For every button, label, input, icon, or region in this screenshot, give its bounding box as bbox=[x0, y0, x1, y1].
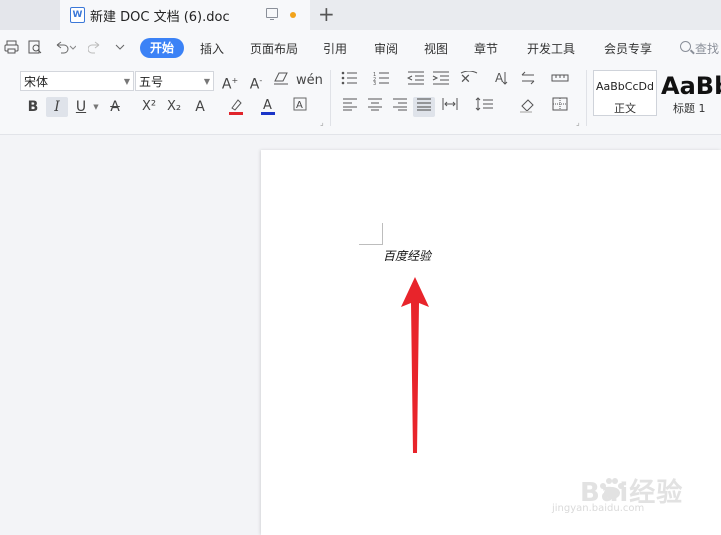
search-label[interactable]: 查找 bbox=[695, 40, 719, 57]
ribbon-separator bbox=[586, 70, 587, 126]
borders-icon[interactable] bbox=[550, 97, 570, 117]
align-left-icon[interactable] bbox=[340, 97, 360, 117]
style-heading1-label[interactable]: 标题 1 bbox=[673, 100, 706, 116]
menu-item-developer[interactable]: 开发工具 bbox=[527, 40, 575, 57]
menu-item-section[interactable]: 章节 bbox=[474, 40, 498, 57]
redo-icon[interactable] bbox=[87, 40, 102, 58]
highlight-icon[interactable] bbox=[226, 97, 246, 117]
font-size-select[interactable]: 五号 ▼ bbox=[135, 71, 214, 91]
menu-item-review[interactable]: 审阅 bbox=[374, 40, 398, 57]
decrease-indent-icon[interactable] bbox=[406, 71, 426, 91]
subscript-button[interactable]: X₂ bbox=[163, 97, 185, 117]
bullet-list-icon[interactable] bbox=[340, 71, 360, 91]
shading-icon[interactable] bbox=[518, 97, 538, 117]
ruler-icon[interactable] bbox=[550, 71, 570, 91]
clear-format-icon[interactable] bbox=[271, 71, 291, 91]
char-border-icon[interactable]: A bbox=[292, 97, 308, 117]
menu-item-start[interactable]: 开始 bbox=[140, 38, 184, 58]
distributed-align-icon[interactable] bbox=[440, 97, 460, 117]
red-arrow-annotation bbox=[401, 277, 429, 453]
chevron-down-icon: ▼ bbox=[123, 77, 130, 86]
align-right-icon[interactable] bbox=[390, 97, 410, 117]
search-icon[interactable] bbox=[680, 41, 691, 52]
ribbon-separator bbox=[330, 70, 331, 126]
menu-item-page-layout[interactable]: 页面布局 bbox=[250, 40, 298, 57]
margin-corner-marker bbox=[382, 223, 383, 245]
style-heading1-sample[interactable]: AaBb bbox=[661, 72, 721, 100]
menu-item-insert[interactable]: 插入 bbox=[200, 40, 224, 57]
chevron-down-icon[interactable]: ▼ bbox=[92, 97, 100, 117]
grow-font-button[interactable]: A+ bbox=[220, 71, 240, 93]
font-size-value: 五号 bbox=[139, 75, 164, 89]
font-color-icon[interactable]: A bbox=[260, 97, 276, 117]
underline-button[interactable]: U bbox=[72, 97, 90, 117]
menu-item-view[interactable]: 视图 bbox=[424, 40, 448, 57]
style-normal-label: 正文 bbox=[614, 102, 636, 115]
quick-access-dropdown-icon[interactable] bbox=[114, 40, 126, 58]
unsaved-indicator bbox=[290, 12, 296, 18]
margin-corner-marker bbox=[359, 244, 382, 245]
shrink-font-button[interactable]: A- bbox=[246, 71, 266, 93]
monitor-icon[interactable] bbox=[266, 8, 278, 20]
numbered-list-icon[interactable]: 123 bbox=[372, 71, 392, 91]
word-file-icon: W bbox=[70, 7, 85, 23]
strikethrough-button[interactable]: A bbox=[106, 97, 124, 117]
align-center-icon[interactable] bbox=[365, 97, 385, 117]
print-preview-icon[interactable] bbox=[28, 40, 43, 58]
font-name-select[interactable]: 宋体 ▼ bbox=[20, 71, 134, 91]
chevron-down-icon: ▼ bbox=[203, 77, 210, 86]
increase-indent-icon[interactable] bbox=[431, 71, 451, 91]
svg-text:✕: ✕ bbox=[460, 72, 471, 85]
bold-button[interactable]: B bbox=[24, 97, 42, 117]
svg-text:3: 3 bbox=[373, 81, 376, 85]
menu-item-references[interactable]: 引用 bbox=[323, 40, 347, 57]
tab-title: 新建 DOC 文档 (6).doc bbox=[90, 10, 230, 25]
watermark-url: jingyan.baidu.com bbox=[552, 503, 645, 514]
superscript-button[interactable]: X² bbox=[138, 97, 160, 117]
svg-text:A: A bbox=[296, 100, 303, 111]
font-name-value: 宋体 bbox=[24, 75, 49, 89]
text-direction-icon[interactable]: A bbox=[492, 71, 512, 91]
font-dialog-launcher-icon[interactable]: ⌟ bbox=[320, 118, 324, 127]
tab-bar-left-area bbox=[0, 0, 60, 30]
line-spacing-icon[interactable] bbox=[474, 97, 496, 117]
menu-item-member[interactable]: 会员专享 bbox=[604, 40, 652, 57]
paragraph-dialog-launcher-icon[interactable]: ⌟ bbox=[576, 118, 580, 127]
text-effect-button[interactable]: A bbox=[190, 97, 210, 117]
undo-icon[interactable] bbox=[54, 40, 77, 58]
italic-button[interactable]: I bbox=[46, 97, 68, 117]
new-tab-button[interactable]: + bbox=[318, 2, 335, 26]
svg-text:A: A bbox=[263, 98, 272, 113]
document-text[interactable]: 百度经验 bbox=[383, 247, 431, 264]
justify-icon[interactable] bbox=[413, 97, 435, 117]
style-normal-sample: AaBbCcDd bbox=[596, 80, 654, 93]
sort-icon[interactable] bbox=[518, 71, 538, 91]
chinese-layout-icon[interactable]: ✕ bbox=[458, 70, 480, 91]
svg-text:A: A bbox=[495, 71, 504, 85]
phonetic-guide-icon[interactable]: wén bbox=[296, 71, 323, 91]
print-icon[interactable] bbox=[4, 40, 19, 58]
